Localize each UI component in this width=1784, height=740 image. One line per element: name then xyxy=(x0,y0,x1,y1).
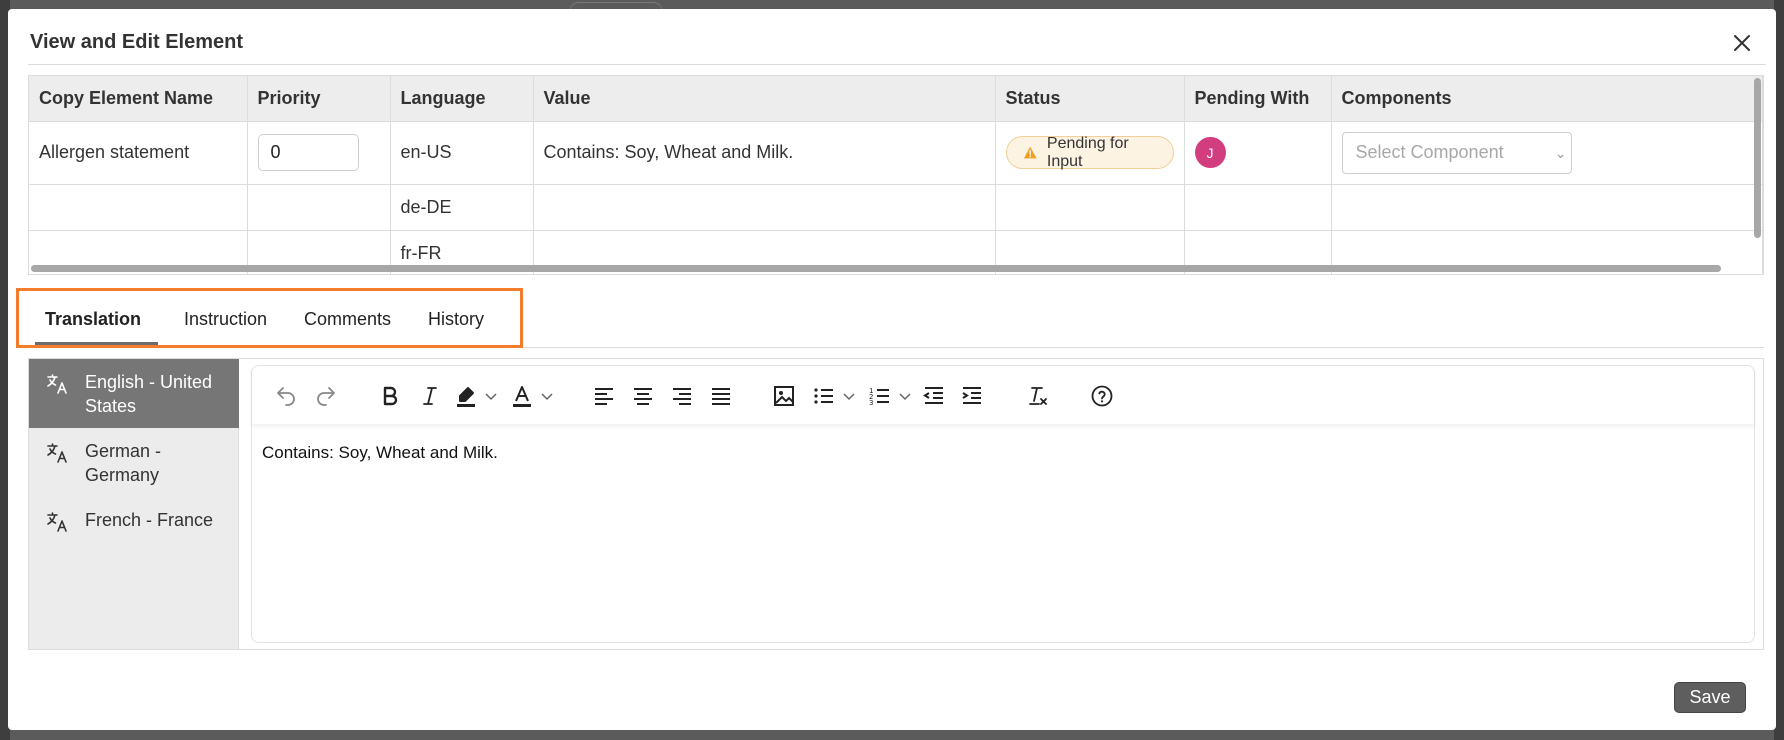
editor-content[interactable]: Contains: Soy, Wheat and Milk. xyxy=(262,443,498,463)
clear-format-button[interactable] xyxy=(1026,384,1050,408)
header-divider xyxy=(28,64,1766,65)
numbered-list-button[interactable]: 123 xyxy=(868,384,912,408)
chevron-down-icon xyxy=(541,393,553,401)
column-header[interactable]: Language xyxy=(390,76,534,122)
language-item-en-us[interactable]: English - United States xyxy=(29,359,239,428)
modal-header: View and Edit Element xyxy=(8,9,1776,65)
image-icon xyxy=(774,386,794,406)
tabs-highlight-box xyxy=(16,288,523,348)
edit-element-modal: View and Edit Element Copy Element Name … xyxy=(8,9,1776,730)
outdent-button[interactable] xyxy=(922,384,946,408)
language-label: English - United States xyxy=(85,372,213,416)
language-cell: de-DE xyxy=(390,184,534,231)
translate-icon xyxy=(47,512,67,532)
svg-text:3: 3 xyxy=(869,399,873,407)
clear-format-icon xyxy=(1029,387,1047,405)
column-header[interactable]: Pending With xyxy=(1184,76,1332,122)
pending-with-cell: J xyxy=(1184,121,1332,185)
align-center-icon xyxy=(634,388,652,405)
align-center-button[interactable] xyxy=(631,384,655,408)
language-label: French - France xyxy=(85,510,214,530)
redo-icon xyxy=(317,387,335,406)
language-list: English - United States German - Germany… xyxy=(29,359,239,649)
table-row: de-DE xyxy=(29,184,1763,231)
warning-icon xyxy=(1023,146,1036,159)
component-select[interactable]: Select Component ⌄ xyxy=(1341,131,1572,174)
align-right-button[interactable] xyxy=(670,384,694,408)
indent-icon xyxy=(962,387,981,404)
column-header[interactable]: Components xyxy=(1331,76,1763,122)
outdent-icon xyxy=(923,387,943,404)
align-right-icon xyxy=(673,388,691,405)
font-color-button[interactable] xyxy=(510,384,554,408)
translation-panel: English - United States German - Germany… xyxy=(28,358,1764,650)
font-color-icon xyxy=(513,386,531,407)
italic-button[interactable] xyxy=(418,384,442,408)
italic-icon xyxy=(423,387,437,405)
help-icon xyxy=(1091,385,1113,407)
help-button[interactable] xyxy=(1090,384,1114,408)
save-button[interactable]: Save xyxy=(1674,682,1746,713)
bullet-list-icon xyxy=(814,388,833,404)
column-header[interactable]: Value xyxy=(533,76,996,122)
status-cell: Pending for Input xyxy=(995,121,1185,185)
align-justify-button[interactable] xyxy=(709,384,733,408)
table-vertical-scrollbar[interactable] xyxy=(1754,78,1761,238)
translate-icon xyxy=(47,374,67,394)
chevron-down-icon xyxy=(843,393,855,401)
chevron-down-icon xyxy=(899,393,911,401)
editor-toolbar: 123 xyxy=(252,366,1754,424)
modal-title: View and Edit Element xyxy=(30,31,244,53)
status-label: Pending for Input xyxy=(1046,134,1129,170)
bold-icon xyxy=(383,386,398,406)
align-left-button[interactable] xyxy=(592,384,616,408)
redo-button[interactable] xyxy=(314,384,338,408)
language-label: German - Germany xyxy=(85,441,162,485)
bold-button[interactable] xyxy=(378,384,402,408)
rich-text-editor: 123 Contains: Soy, Wheat and Milk. xyxy=(251,365,1755,643)
element-table: Copy Element Name Priority Language Valu… xyxy=(28,75,1764,275)
column-header[interactable]: Priority xyxy=(247,76,391,122)
bullet-list-button[interactable] xyxy=(812,384,856,408)
close-button[interactable] xyxy=(1728,29,1756,57)
language-cell: en-US xyxy=(390,121,534,185)
indent-button[interactable] xyxy=(960,384,984,408)
language-item-de-de[interactable]: German - Germany xyxy=(29,428,239,497)
table-header-row: Copy Element Name Priority Language Valu… xyxy=(29,76,1763,122)
priority-cell xyxy=(247,121,391,185)
highlight-icon xyxy=(457,387,475,407)
table-row: Allergen statement en-US Contains: Soy, … xyxy=(29,121,1763,185)
numbered-list-icon: 123 xyxy=(869,387,889,407)
column-header[interactable]: Status xyxy=(995,76,1185,122)
insert-image-button[interactable] xyxy=(772,384,796,408)
components-cell: Select Component ⌄ xyxy=(1331,121,1763,185)
avatar[interactable]: J xyxy=(1194,137,1226,168)
status-badge: Pending for Input xyxy=(1005,134,1174,170)
element-name-cell: Allergen statement xyxy=(29,121,248,185)
value-cell: Contains: Soy, Wheat and Milk. xyxy=(533,121,996,185)
close-icon xyxy=(1734,35,1750,51)
align-left-icon xyxy=(595,388,613,405)
undo-button[interactable] xyxy=(274,384,298,408)
chevron-down-icon: ⌄ xyxy=(1554,144,1567,161)
undo-icon xyxy=(277,387,295,406)
chevron-down-icon xyxy=(485,393,497,401)
translate-icon xyxy=(47,443,67,463)
table-horizontal-scrollbar[interactable] xyxy=(31,265,1721,272)
component-select-placeholder: Select Component xyxy=(1355,142,1504,162)
align-justify-icon xyxy=(712,388,730,405)
language-item-fr-fr[interactable]: French - France xyxy=(29,497,239,543)
column-header[interactable]: Copy Element Name xyxy=(29,76,248,122)
highlight-button[interactable] xyxy=(454,384,498,408)
priority-input[interactable] xyxy=(257,134,359,171)
